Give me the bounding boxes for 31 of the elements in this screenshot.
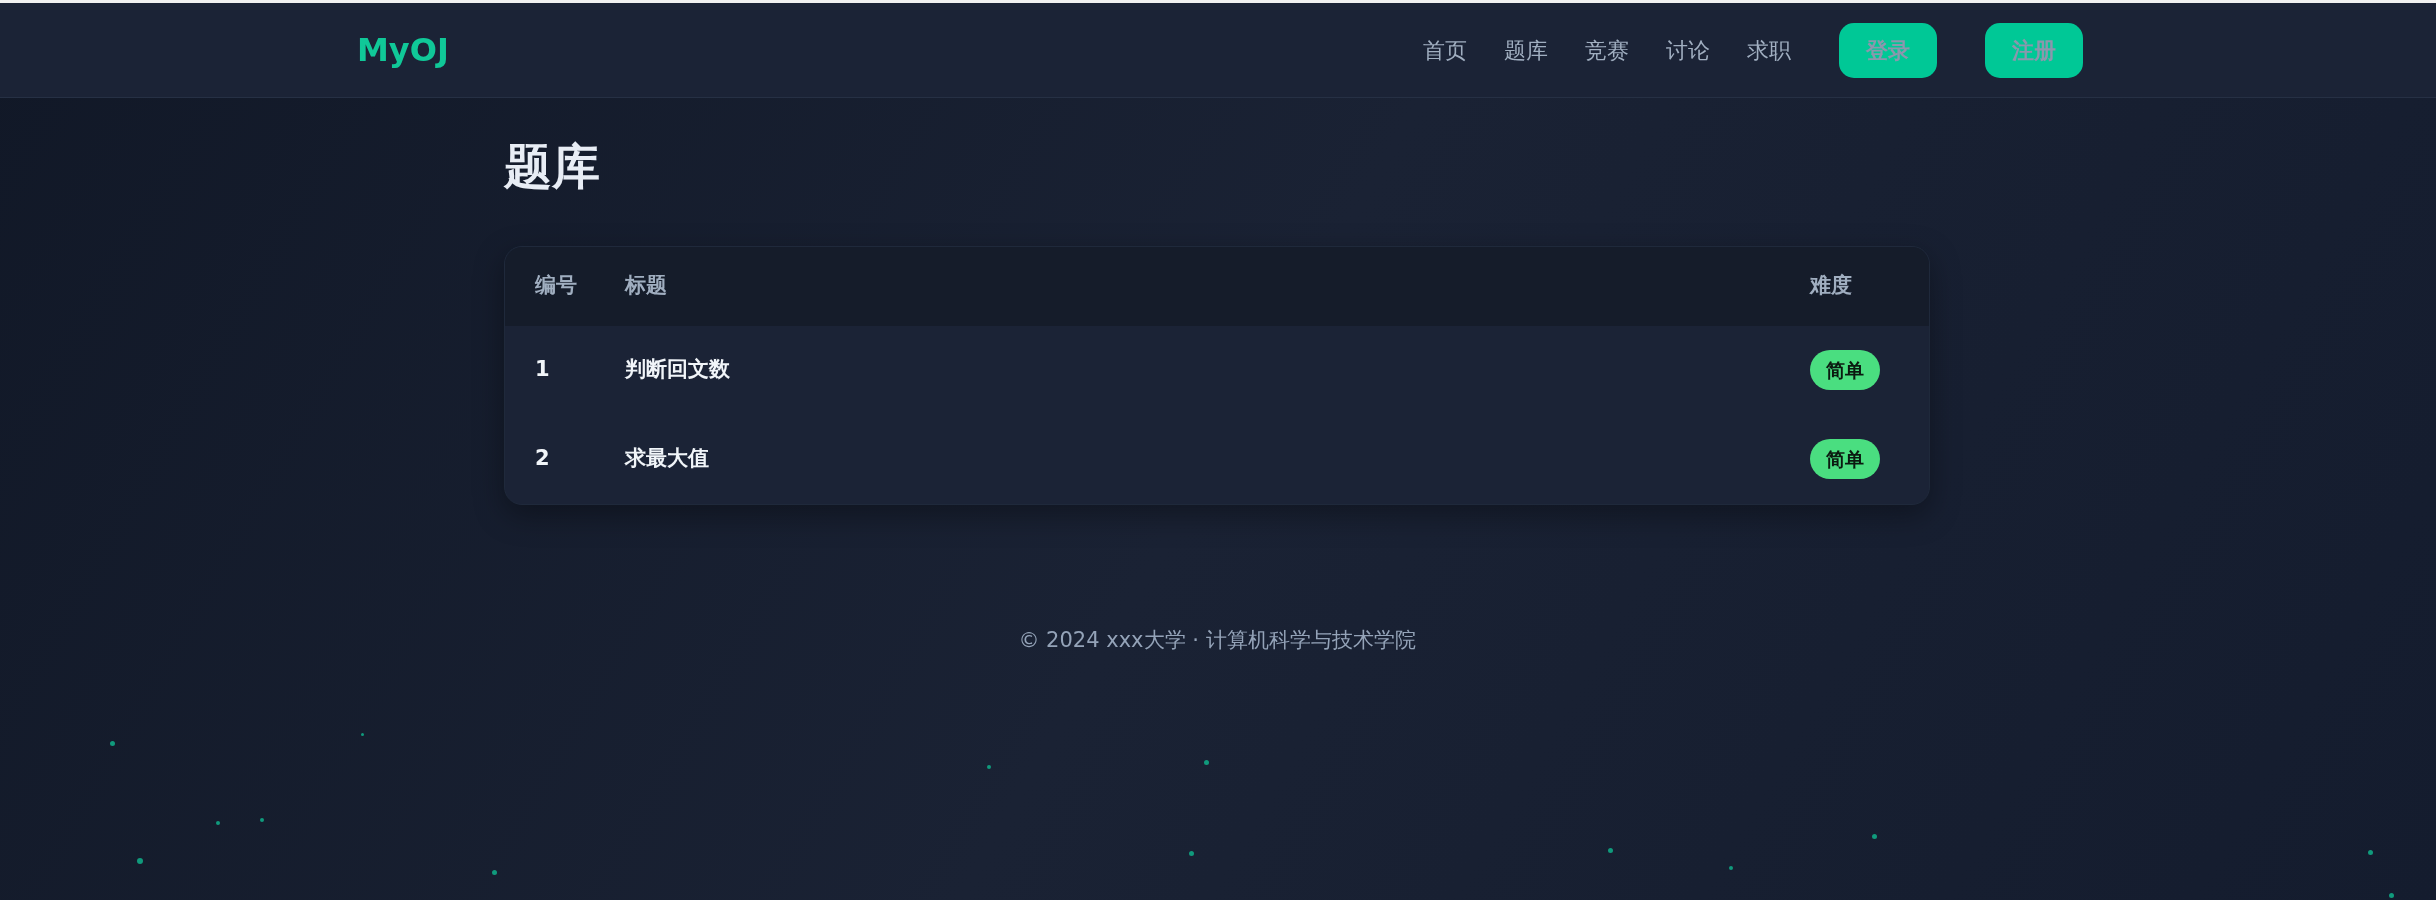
particle-dot (987, 765, 991, 769)
problem-title[interactable]: 求最大值 (625, 443, 1810, 475)
table-cell-text: 1 (534, 356, 551, 384)
particle-dot (216, 821, 220, 825)
particle-dot (137, 858, 143, 864)
table-cell-text: 2 (534, 445, 551, 473)
particle-dot (492, 870, 497, 875)
problem-title[interactable]: 判断回文数 (625, 354, 1810, 386)
nav-link[interactable]: 首页 (1423, 33, 1467, 67)
particle-dot (260, 818, 264, 822)
column-header: 难度 (1810, 272, 1853, 300)
nav-link[interactable]: 讨论 (1666, 33, 1710, 67)
particle-dot (1189, 851, 1194, 856)
footer-text: © 2024 xxx大学 · 计算机科学与技术学院 (1017, 626, 1417, 654)
particle-dot (1872, 834, 1877, 839)
particle-dot (1608, 848, 1613, 853)
brand-logo[interactable]: MyOJ (357, 26, 449, 74)
column-header: 标题 (625, 272, 668, 300)
particle-dot (361, 733, 364, 736)
difficulty-tag: 简单 (1810, 438, 1880, 480)
nav-link[interactable]: 题库 (1504, 33, 1548, 67)
particle-dot (1204, 760, 1209, 765)
particle-dot (110, 741, 115, 746)
nav-link[interactable]: 竞赛 (1585, 33, 1629, 67)
column-header: 编号 (534, 272, 578, 300)
particle-dot (2389, 893, 2394, 898)
particle-dot (1729, 866, 1733, 870)
page-title: 题库 (504, 138, 601, 196)
particle-dot (2368, 850, 2373, 855)
difficulty-tag: 简单 (1810, 349, 1880, 391)
nav-link[interactable]: 求职 (1747, 33, 1791, 67)
